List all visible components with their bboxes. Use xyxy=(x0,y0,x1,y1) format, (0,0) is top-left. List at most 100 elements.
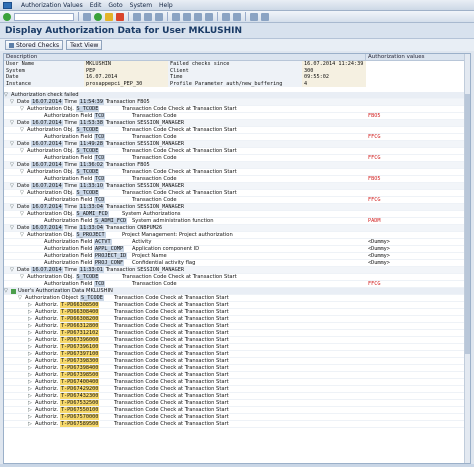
collapse-icon[interactable]: ▽ xyxy=(20,127,25,133)
expand-icon[interactable]: ▷ xyxy=(28,337,33,343)
user-authorization-row[interactable]: ▷ Authoriz. T-PD67397100 Transaction Code … xyxy=(4,351,470,358)
failed-check-object-row[interactable]: ▽ Authorization Obj. S_TCODE Transaction C… xyxy=(4,127,470,134)
description-column-header[interactable]: Description xyxy=(4,54,366,60)
first-page-icon[interactable] xyxy=(172,12,180,21)
expand-icon[interactable]: ▷ xyxy=(28,386,33,392)
expand-icon[interactable]: ▷ xyxy=(28,302,33,308)
expand-icon[interactable]: ▷ xyxy=(28,414,33,420)
failed-check-object-row[interactable]: ▽ Authorization Obj. S_ADMI_FCD System Aut… xyxy=(4,211,470,218)
failed-check-date-row[interactable]: ▽ Date 16.07.2014 Time 11:33:04 Transacti… xyxy=(4,225,470,232)
collapse-icon[interactable]: ▽ xyxy=(10,99,15,105)
expand-icon[interactable]: ▷ xyxy=(28,330,33,336)
previous-page-icon[interactable] xyxy=(183,12,191,21)
menu-edit[interactable]: Edit xyxy=(90,2,102,9)
failed-check-date-row[interactable]: ▽ Date 16.07.2014 Time 11:54:39 Transacti… xyxy=(4,99,470,106)
failed-check-date-row[interactable]: ▽ Date 16.07.2014 Time 11:33:10 Transacti… xyxy=(4,183,470,190)
collapse-icon[interactable]: ▽ xyxy=(10,141,15,147)
user-authorization-row[interactable]: ▷ Authoriz. T-PD66312800 Transaction Code … xyxy=(4,323,470,330)
failed-check-object-row[interactable]: ▽ Authorization Obj. S_TCODE Transaction C… xyxy=(4,106,470,113)
failed-check-field-row[interactable]: Authorization Field TCD Transaction Code F… xyxy=(4,281,470,288)
failed-check-field-row[interactable]: Authorization Field TCD Transaction Code F… xyxy=(4,155,470,162)
failed-check-field-row[interactable]: Authorization Field PROJECT_ID Project Na… xyxy=(4,253,470,260)
failed-check-field-row[interactable]: Authorization Field TCD Transaction Code F… xyxy=(4,176,470,183)
failed-check-object-row[interactable]: ▽ Authorization Obj. S_PROJECT Project Man… xyxy=(4,232,470,239)
menu-system[interactable]: System xyxy=(130,2,152,9)
failed-check-date-row[interactable]: ▽ Date 16.07.2014 Time 11:36:02 Transacti… xyxy=(4,162,470,169)
exit-icon[interactable] xyxy=(105,12,113,21)
user-authorization-row[interactable]: ▷ Authoriz. T-PD67398400 Transaction Code … xyxy=(4,365,470,372)
collapse-icon[interactable]: ▽ xyxy=(10,120,15,126)
collapse-icon[interactable]: ▽ xyxy=(10,183,15,189)
failed-check-object-row[interactable]: ▽ Authorization Obj. S_TCODE Transaction C… xyxy=(4,169,470,176)
expand-icon[interactable]: ▷ xyxy=(28,351,33,357)
expand-icon[interactable]: ▷ xyxy=(28,344,33,350)
user-authorization-row[interactable]: ▷ Authoriz. T-PD67396000 Transaction Code … xyxy=(4,337,470,344)
expand-icon[interactable]: ▷ xyxy=(28,400,33,406)
collapse-icon[interactable]: ▽ xyxy=(10,162,15,168)
collapse-icon[interactable]: ▽ xyxy=(10,267,15,273)
user-authorization-row[interactable]: ▷ Authoriz. T-PD67429200 Transaction Code … xyxy=(4,386,470,393)
collapse-icon[interactable]: ▽ xyxy=(20,274,25,280)
user-authorization-row[interactable]: ▷ Authoriz. T-PD66308400 Transaction Code … xyxy=(4,309,470,316)
failed-check-date-row[interactable]: ▽ Date 16.07.2014 Time 11:33:01 Transacti… xyxy=(4,267,470,274)
next-page-icon[interactable] xyxy=(194,12,202,21)
create-session-icon[interactable] xyxy=(222,12,230,21)
user-authorization-row[interactable]: ▷ Authoriz. T-PD67398300 Transaction Code … xyxy=(4,358,470,365)
save-icon[interactable] xyxy=(83,12,91,21)
collapse-icon[interactable]: ▽ xyxy=(20,169,25,175)
failed-check-object-row[interactable]: ▽ Authorization Obj. S_TCODE Transaction C… xyxy=(4,190,470,197)
user-authorization-row[interactable]: ▷ Authoriz. T-PD67398500 Transaction Code … xyxy=(4,372,470,379)
menu-help[interactable]: Help xyxy=(159,2,173,9)
help-icon[interactable] xyxy=(250,12,258,21)
failed-check-field-row[interactable]: Authorization Field TCD Transaction Code F… xyxy=(4,134,470,141)
user-authorization-row[interactable]: ▷ Authoriz. T-PD67532500 Transaction Code … xyxy=(4,400,470,407)
failed-check-date-row[interactable]: ▽ Date 16.07.2014 Time 11:49:28 Transacti… xyxy=(4,141,470,148)
failed-check-field-row[interactable]: Authorization Field ACTVT Activity <Dummy> xyxy=(4,239,470,246)
expand-icon[interactable]: ▷ xyxy=(28,393,33,399)
collapse-icon[interactable]: ▽ xyxy=(4,92,9,98)
collapse-icon[interactable]: ▽ xyxy=(20,106,25,112)
command-field[interactable] xyxy=(14,12,74,21)
expand-icon[interactable]: ▷ xyxy=(28,372,33,378)
failed-check-object-row[interactable]: ▽ Authorization Obj. S_TCODE Transaction C… xyxy=(4,274,470,281)
user-auth-object-row[interactable]: ▽ Authorization Object S_TCODE Transacti… xyxy=(4,295,470,302)
authorization-tree[interactable]: Description Authorization values User Na… xyxy=(3,53,471,464)
menu-goto[interactable]: Goto xyxy=(108,2,122,9)
failed-check-field-row[interactable]: Authorization Field APPL_COMP Application… xyxy=(4,246,470,253)
failed-check-field-row[interactable]: Authorization Field PROJ_CONF Confidentia… xyxy=(4,260,470,267)
collapse-icon[interactable]: ▽ xyxy=(20,148,25,154)
failed-check-field-row[interactable]: Authorization Field TCD Transaction Code F… xyxy=(4,197,470,204)
expand-icon[interactable]: ▷ xyxy=(28,323,33,329)
user-authorization-row[interactable]: ▷ Authoriz. T-PD67312102 Transaction Code … xyxy=(4,330,470,337)
back-icon[interactable] xyxy=(94,12,102,21)
layout-icon[interactable] xyxy=(261,12,269,21)
collapse-icon[interactable]: ▽ xyxy=(20,232,25,238)
shortcut-icon[interactable] xyxy=(233,12,241,21)
user-authorization-row[interactable]: ▷ Authoriz. T-PD67589500 Transaction Code … xyxy=(4,421,470,428)
collapse-icon[interactable]: ▽ xyxy=(20,190,25,196)
failed-check-date-row[interactable]: ▽ Date 16.07.2014 Time 11:53:38 Transacti… xyxy=(4,120,470,127)
collapse-icon[interactable]: ▽ xyxy=(20,211,25,217)
user-authorization-row[interactable]: ▷ Authoriz. T-PD67570000 Transaction Code … xyxy=(4,414,470,421)
collapse-icon[interactable]: ▽ xyxy=(10,204,15,210)
cancel-icon[interactable] xyxy=(116,12,124,21)
failed-check-field-row[interactable]: Authorization Field TCD Transaction Code F… xyxy=(4,113,470,120)
user-authorization-row[interactable]: ▷ Authoriz. T-PD67550100 Transaction Code … xyxy=(4,407,470,414)
collapse-icon[interactable]: ▽ xyxy=(10,225,15,231)
failed-check-field-row[interactable]: Authorization Field S_ADMI_FCD System adm… xyxy=(4,218,470,225)
user-authorization-row[interactable]: ▷ Authoriz. T-PD67400400 Transaction Code … xyxy=(4,379,470,386)
last-page-icon[interactable] xyxy=(205,12,213,21)
sap-menu-icon[interactable] xyxy=(3,1,12,9)
collapse-icon[interactable]: ▽ xyxy=(18,295,23,301)
expand-icon[interactable]: ▷ xyxy=(28,365,33,371)
expand-icon[interactable]: ▷ xyxy=(28,316,33,322)
scrollbar-thumb[interactable] xyxy=(465,94,470,354)
expand-icon[interactable]: ▷ xyxy=(28,379,33,385)
print-icon[interactable] xyxy=(133,12,141,21)
user-authorization-row[interactable]: ▷ Authoriz. T-PD66308200 Transaction Code … xyxy=(4,316,470,323)
auth-values-column-header[interactable]: Authorization values xyxy=(366,54,470,60)
vertical-scrollbar[interactable] xyxy=(464,54,470,463)
failed-check-object-row[interactable]: ▽ Authorization Obj. S_TCODE Transaction C… xyxy=(4,148,470,155)
menu-authorization-values[interactable]: Authorization Values xyxy=(21,2,83,9)
failed-checks-node[interactable]: ▽ Authorization check failed xyxy=(4,92,470,99)
